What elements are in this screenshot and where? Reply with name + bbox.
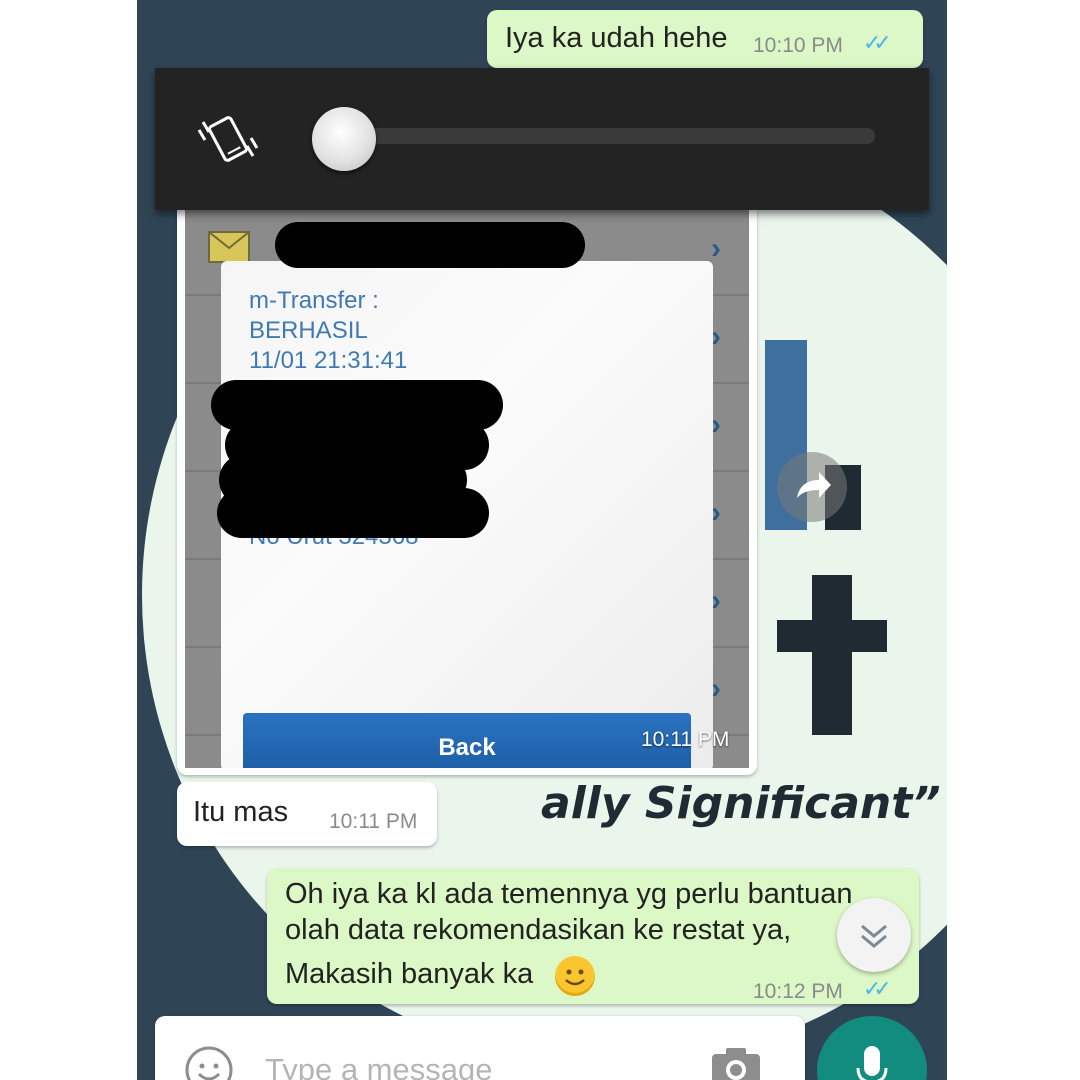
shared-screenshot-image[interactable]: › › › › › › m-Transfer : BERHASIL 11/01 …	[185, 208, 749, 768]
message-line: Oh iya ka kl ada temennya yg perlu bantu…	[285, 878, 853, 910]
read-ticks-icon: ✓✓	[863, 976, 892, 1001]
dialog-line: m-Transfer :	[249, 287, 379, 314]
message-bubble-outgoing[interactable]: Oh iya ka kl ada temennya yg perlu bantu…	[267, 868, 919, 1004]
back-button: Back	[243, 713, 691, 768]
message-input[interactable]: Type a message	[265, 1052, 492, 1080]
redaction-mark	[275, 222, 585, 268]
message-text: Itu mas	[193, 796, 289, 828]
message-time: 10:12 PM	[753, 980, 843, 1003]
smile-emoji-icon	[555, 956, 595, 996]
envelope-icon	[208, 231, 250, 263]
volume-slider-thumb[interactable]	[312, 107, 376, 171]
message-line: olah data rekomendasikan ke restat ya,	[285, 914, 792, 946]
message-time: 10:10 PM	[753, 34, 843, 57]
forward-icon	[797, 472, 831, 498]
message-text: Iya ka udah hehe	[505, 22, 728, 54]
message-bubble-outgoing[interactable]: Iya ka udah hehe 10:10 PM ✓✓	[487, 10, 923, 68]
emoji-icon[interactable]	[183, 1044, 235, 1080]
vibrate-icon[interactable]	[195, 106, 261, 172]
scroll-to-bottom-button[interactable]	[837, 898, 911, 972]
forward-button[interactable]	[777, 452, 847, 522]
image-frame: ally Significant” Iya ka udah hehe 10:10…	[0, 0, 1080, 1080]
message-line: Makasih banyak ka	[285, 958, 534, 990]
image-message-bubble[interactable]: › › › › › › m-Transfer : BERHASIL 11/01 …	[177, 200, 757, 775]
chat-screen: ally Significant” Iya ka udah hehe 10:10…	[137, 0, 947, 1080]
message-time: 10:11 PM	[329, 810, 418, 833]
microphone-icon	[856, 1046, 888, 1080]
read-ticks-icon: ✓✓	[863, 30, 892, 55]
message-input-bar: Type a message	[155, 1016, 805, 1080]
image-timestamp: 10:11 PM	[641, 728, 730, 751]
chevron-right-icon: ›	[711, 232, 721, 265]
camera-icon[interactable]	[710, 1044, 762, 1080]
message-bubble-incoming[interactable]: Itu mas 10:11 PM	[177, 782, 437, 846]
dialog-line: 11/01 21:31:41	[249, 347, 408, 374]
volume-panel	[155, 68, 929, 210]
dialog-line: BERHASIL	[249, 317, 368, 344]
wallpaper-slogan: ally Significant”	[541, 778, 941, 829]
redaction-mark	[217, 488, 489, 538]
volume-slider-track[interactable]	[345, 128, 875, 144]
double-chevron-down-icon	[861, 924, 887, 948]
